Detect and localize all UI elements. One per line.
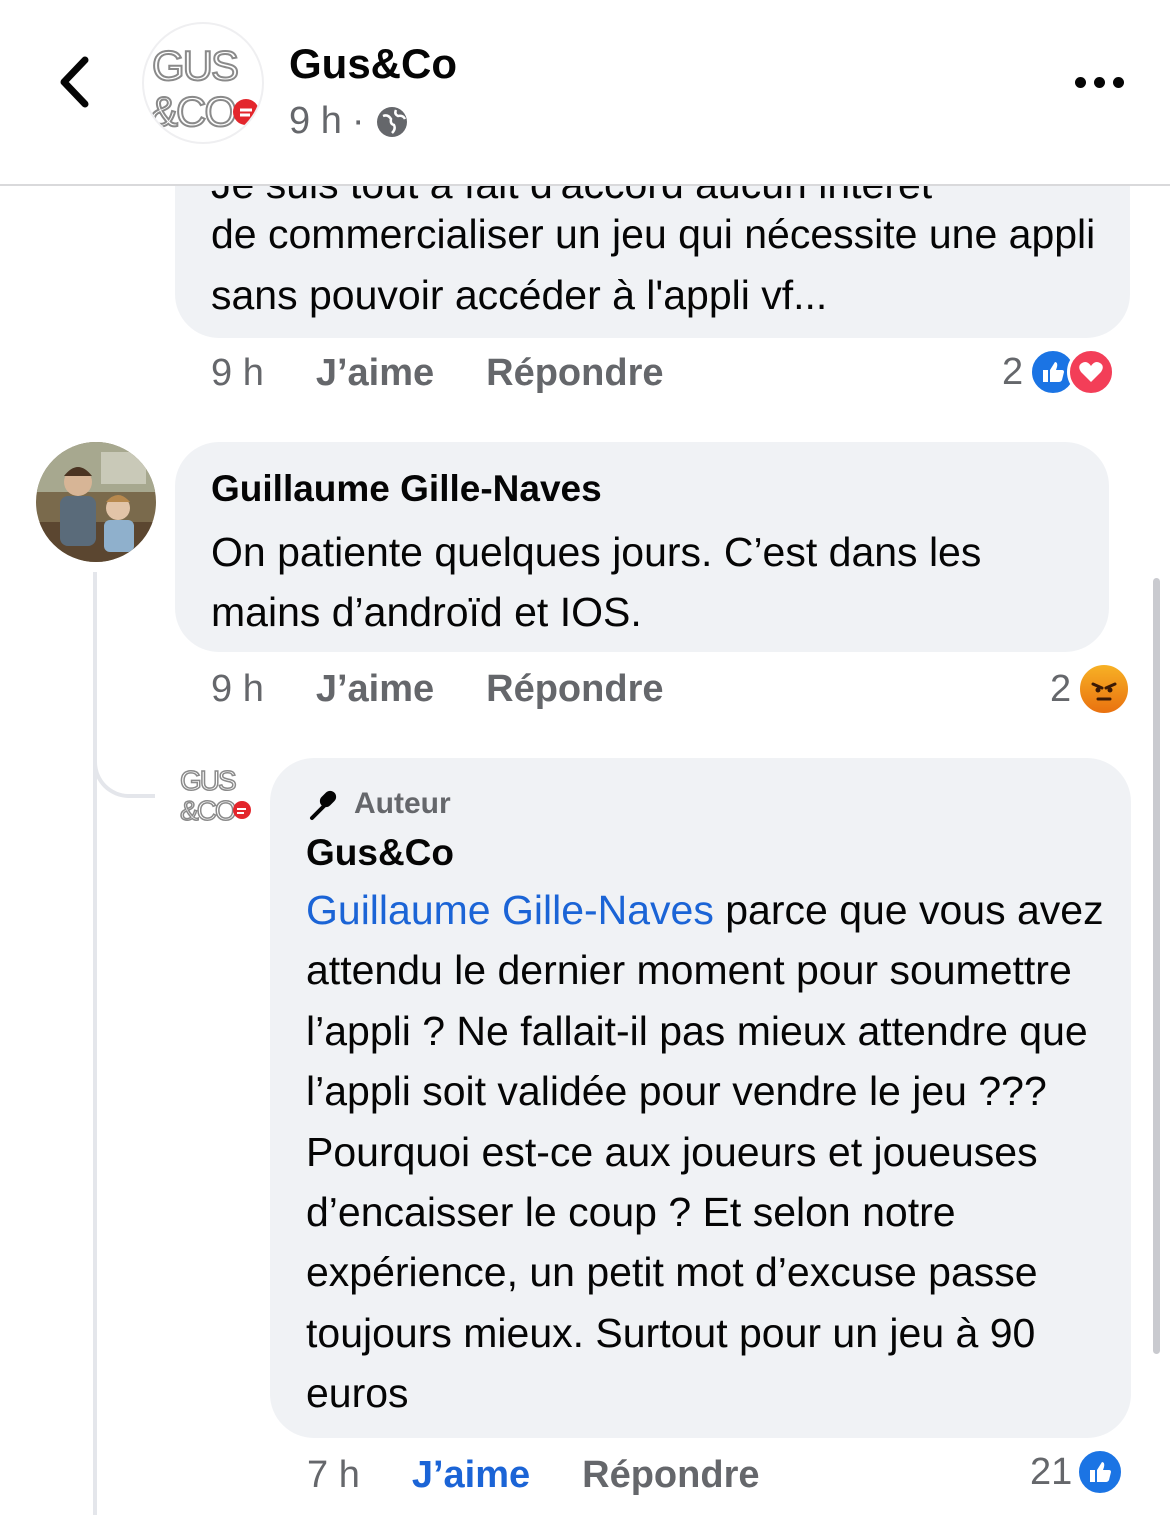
mention-link[interactable]: Guillaume Gille-Naves	[306, 887, 714, 933]
reaction-summary[interactable]: 2	[1050, 662, 1132, 716]
post-time: 9 h	[289, 100, 342, 142]
comment-bubble[interactable]: Guillaume Gille-Naves On patiente quelqu…	[175, 442, 1109, 652]
user-photo	[36, 442, 156, 562]
scrollbar[interactable]	[1153, 578, 1160, 1354]
comment-actions: 9 h J’aime Répondre	[211, 352, 664, 395]
gus-co-logo: GUS &CO	[149, 41, 259, 136]
svg-text:GUS: GUS	[152, 42, 238, 89]
reaction-summary[interactable]: 2	[1002, 348, 1116, 396]
like-icon	[1076, 1448, 1125, 1496]
like-button[interactable]: J’aime	[316, 668, 434, 711]
post-header: GUS &CO Gus&Co 9 h ·	[0, 0, 1170, 186]
reaction-count: 2	[1050, 667, 1072, 710]
reply-button[interactable]: Répondre	[486, 352, 663, 395]
reply-button[interactable]: Répondre	[486, 668, 663, 711]
like-button[interactable]: J’aime	[412, 1454, 530, 1497]
page-avatar[interactable]: GUS &CO	[142, 22, 264, 144]
thread-line	[93, 572, 97, 1515]
post-meta: 9 h ·	[289, 100, 410, 143]
comment-time: 7 h	[307, 1454, 360, 1496]
reply-button[interactable]: Répondre	[582, 1454, 759, 1497]
microphone-icon	[310, 790, 337, 820]
reaction-count: 21	[1030, 1450, 1073, 1493]
comment-time: 9 h	[211, 668, 264, 710]
svg-text:&CO: &CO	[180, 795, 236, 826]
comment-text: On patiente quelques jours. C’est dans l…	[211, 529, 982, 635]
author-badge: Auteur	[306, 786, 451, 822]
author-badge-label: Auteur	[354, 787, 451, 820]
comment-text: de commercialiser un jeu qui nécessite u…	[211, 211, 1096, 318]
page-name[interactable]: Gus&Co	[289, 40, 457, 88]
svg-text:GUS: GUS	[180, 765, 236, 796]
comment-body: parce que vous avez attendu le dernier m…	[306, 887, 1104, 1417]
love-icon	[1067, 348, 1116, 396]
svg-text:&CO: &CO	[150, 88, 235, 135]
globe-icon	[377, 106, 408, 137]
reaction-count: 2	[1002, 350, 1024, 393]
back-button[interactable]	[44, 50, 104, 114]
like-button[interactable]: J’aime	[316, 352, 434, 395]
thread-connector	[93, 720, 155, 798]
gus-co-logo: GUS &CO	[179, 764, 251, 827]
comment-bubble[interactable]: Auteur Gus&Co Guillaume Gille-Naves parc…	[270, 758, 1131, 1438]
comment-actions: 9 h J’aime Répondre	[211, 668, 664, 711]
dot-icon	[1074, 76, 1086, 88]
more-options-button[interactable]	[1068, 60, 1130, 104]
avatar[interactable]	[36, 442, 156, 562]
meta-separator: ·	[351, 100, 365, 142]
comment-time: 9 h	[211, 352, 264, 394]
comment-actions: 7 h J’aime Répondre	[307, 1454, 760, 1497]
comment-author[interactable]: Gus&Co	[306, 832, 454, 874]
avatar[interactable]: GUS &CO	[179, 760, 254, 830]
reaction-summary[interactable]: 21	[1030, 1448, 1125, 1496]
comment-author[interactable]: Guillaume Gille-Naves	[211, 468, 602, 510]
comment-text: Guillaume Gille-Naves parce que vous ave…	[306, 880, 1106, 1424]
dot-icon	[1112, 76, 1124, 88]
chevron-left-icon	[60, 56, 89, 108]
angry-icon	[1077, 662, 1132, 716]
dot-icon	[1093, 76, 1105, 88]
